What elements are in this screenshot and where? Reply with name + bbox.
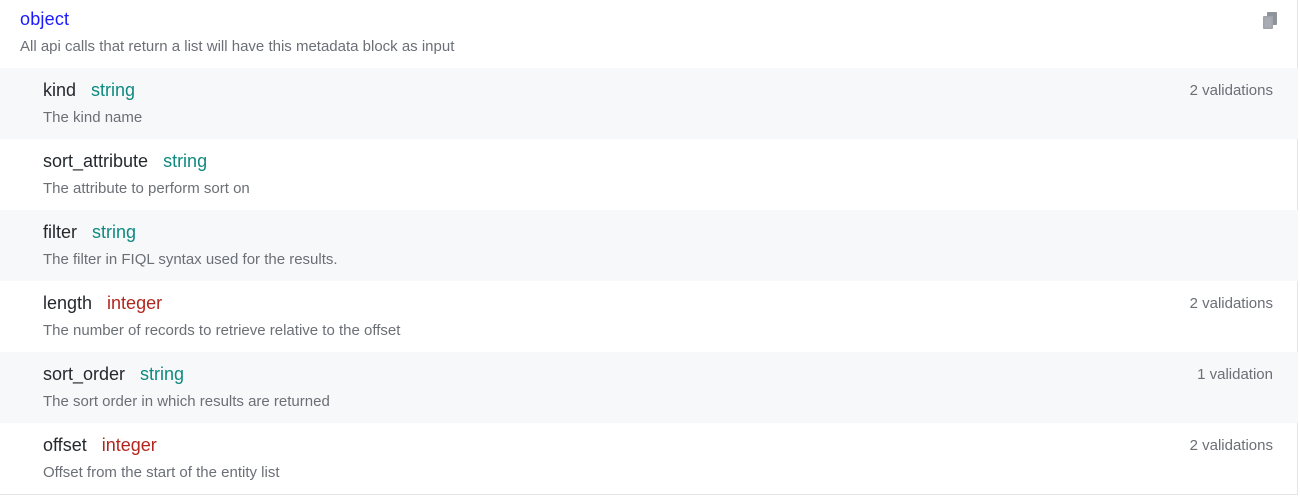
property-row-sort-order: sort_order string The sort order in which… [0, 352, 1298, 423]
validations-link[interactable]: 1 validation [1197, 366, 1273, 383]
copy-icon[interactable] [1261, 11, 1279, 31]
property-type: string [163, 151, 208, 171]
property-description: The kind name [43, 109, 143, 126]
property-type: string [140, 364, 185, 384]
property-description: The filter in FIQL syntax used for the r… [43, 251, 338, 268]
property-row-length: length integer The number of records to r… [0, 281, 1298, 352]
property-name: offset integer [43, 435, 157, 455]
validations-link[interactable]: 2 validations [1190, 82, 1273, 99]
property-description: The attribute to perform sort on [43, 180, 250, 197]
property-type: integer [101, 435, 157, 455]
property-row-kind: kind string The kind name 2 validations [0, 68, 1298, 139]
object-description: All api calls that return a list will ha… [20, 38, 455, 55]
property-row-filter: filter string The filter in FIQL syntax u… [0, 210, 1298, 281]
property-name: filter string [43, 222, 137, 242]
schema-panel: object All api calls that return a list … [0, 0, 1298, 495]
object-type-label: object [20, 9, 70, 29]
property-type: integer [107, 293, 163, 313]
validations-link[interactable]: 2 validations [1190, 295, 1273, 312]
property-name: kind string [43, 80, 136, 100]
property-description: Offset from the start of the entity list [43, 464, 280, 481]
property-name: sort_attribute string [43, 151, 208, 171]
property-name: length integer [43, 293, 163, 313]
property-type: string [92, 222, 137, 242]
property-name: sort_order string [43, 364, 185, 384]
property-description: The sort order in which results are retu… [43, 393, 330, 410]
property-list: kind string The kind name 2 validations s… [0, 68, 1298, 494]
schema-header: object All api calls that return a list … [0, 0, 1297, 68]
property-row-offset: offset integer Offset from the start of t… [0, 423, 1298, 494]
property-row-sort-attribute: sort_attribute string The attribute to pe… [0, 139, 1298, 210]
validations-link[interactable]: 2 validations [1190, 437, 1273, 454]
property-type: string [91, 80, 136, 100]
property-description: The number of records to retrieve relati… [43, 322, 401, 339]
